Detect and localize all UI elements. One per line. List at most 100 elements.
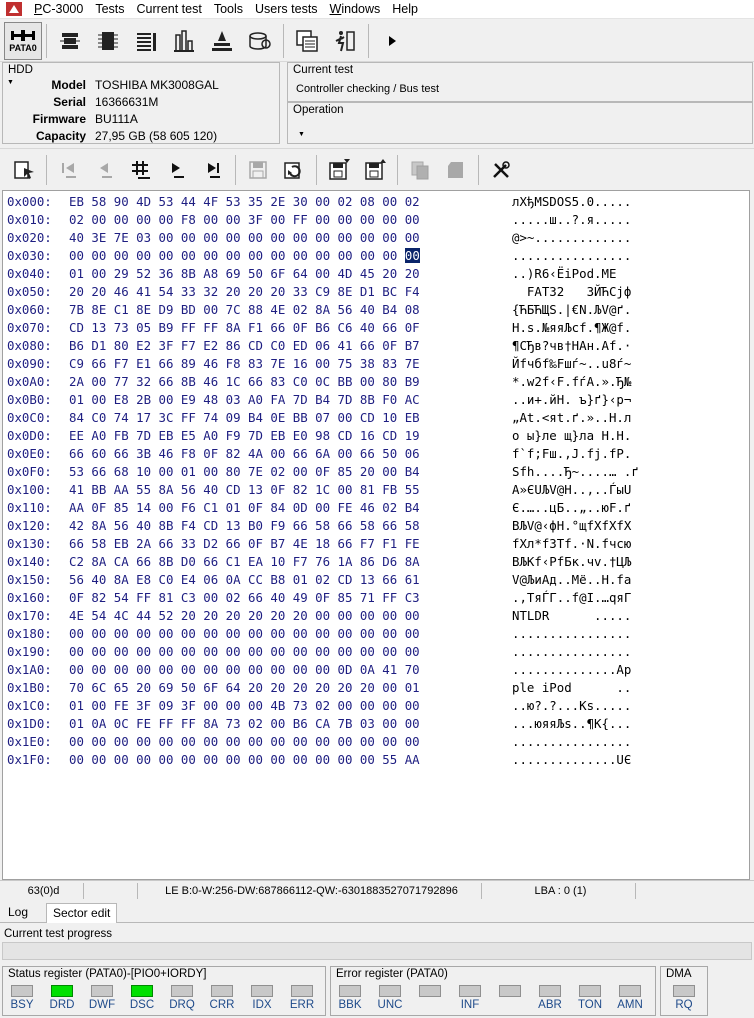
select-drive-button[interactable] <box>6 152 42 188</box>
hex-ascii[interactable]: @>~............. <box>512 229 631 247</box>
hex-bytes[interactable]: 41 BB AA 55 8A 56 40 CD 13 0F 82 1C 00 8… <box>69 481 420 499</box>
hex-bytes[interactable]: 84 C0 74 17 3C FF 74 09 B4 0E BB 07 00 C… <box>69 409 420 427</box>
pata0-button[interactable]: PATA0 <box>4 21 42 60</box>
hex-bytes[interactable]: 00 00 00 00 00 00 00 00 00 00 00 00 00 0… <box>69 733 420 751</box>
hex-bytes[interactable]: 42 8A 56 40 8B F4 CD 13 B0 F9 66 58 66 5… <box>69 517 420 535</box>
hex-bytes[interactable]: 00 00 00 00 00 00 00 00 00 00 00 00 00 0… <box>69 643 420 661</box>
hex-ascii[interactable]: .‚TяЃГ..f@I.…qяГ <box>512 589 631 607</box>
hdd-id-button[interactable] <box>51 22 89 60</box>
chart-button[interactable] <box>165 22 203 60</box>
menu-users-tests[interactable]: Users tests <box>249 0 324 19</box>
hex-bytes[interactable]: 70 6C 65 20 69 50 6F 64 20 20 20 20 20 2… <box>69 679 420 697</box>
hex-ascii[interactable]: ..............Ap <box>512 661 631 679</box>
hex-ascii[interactable]: ................ <box>512 247 631 265</box>
hex-ascii[interactable]: ple iPod .. <box>512 679 631 697</box>
hex-bytes[interactable]: 02 00 00 00 00 F8 00 00 3F 00 FF 00 00 0… <box>69 211 420 229</box>
operation-dropdown-icon[interactable]: ▼ <box>298 131 305 138</box>
hex-ascii[interactable]: Йfчбf‰Fшѓ~..u8ѓ~ <box>512 355 631 373</box>
save-to-file-button[interactable] <box>357 152 393 188</box>
module-button[interactable] <box>89 22 127 60</box>
menu-pc3000[interactable]: PC-3000 <box>28 0 89 19</box>
hex-ascii[interactable]: ¶СЂв?чв†НАн.Af.· <box>512 337 631 355</box>
hex-ascii[interactable]: ................ <box>512 625 631 643</box>
run-icon <box>335 30 355 51</box>
hex-bytes[interactable]: B6 D1 80 E2 3F F7 E2 86 CD C0 ED 06 41 6… <box>69 337 420 355</box>
hex-ascii[interactable]: {ЋБЋЩЅ.|€N.ЉV@ґ. <box>512 301 631 319</box>
menu-windows[interactable]: Windows <box>324 0 387 19</box>
tab-log[interactable]: Log <box>2 903 34 923</box>
hex-bytes[interactable]: 7B 8E C1 8E D9 BD 00 7C 88 4E 02 8A 56 4… <box>69 301 420 319</box>
menu-tools[interactable]: Tools <box>208 0 249 19</box>
sector-hex-view[interactable]: 0x000: EB 58 90 4D 53 44 4F 53 35 2E 30 0… <box>2 190 750 880</box>
sprayer-button[interactable] <box>203 22 241 60</box>
hex-ascii[interactable]: ................ <box>512 733 631 751</box>
hex-ascii[interactable]: ВЉКf‹РfБк.чv.†ЦЉ <box>512 553 631 571</box>
hex-ascii[interactable]: fXл*f3Тf.·N.fчсю <box>512 535 631 553</box>
hex-ascii[interactable]: V@ЉиАд..Мё..Н.fa <box>512 571 631 589</box>
hex-ascii[interactable]: ..ю?.?...Ks..... <box>512 697 631 715</box>
run-button[interactable] <box>326 22 364 60</box>
hex-ascii[interactable]: ..............UЄ <box>512 751 631 769</box>
hex-bytes[interactable]: 40 3E 7E 03 00 00 00 00 00 00 00 00 00 0… <box>69 229 420 247</box>
menu-current-test[interactable]: Current test <box>131 0 208 19</box>
menu-tests[interactable]: Tests <box>89 0 130 19</box>
hex-bytes[interactable]: CD 13 73 05 B9 FF FF 8A F1 66 0F B6 C6 4… <box>69 319 420 337</box>
hex-bytes[interactable]: 66 58 EB 2A 66 33 D2 66 0F B7 4E 18 66 F… <box>69 535 420 553</box>
hex-ascii[interactable]: ..и+.йH. ъ}ґ}‹р¬ <box>512 391 631 409</box>
hex-bytes[interactable]: 01 00 FE 3F 09 3F 00 00 00 4B 73 02 00 0… <box>69 697 420 715</box>
hex-bytes[interactable]: 00 00 00 00 00 00 00 00 00 00 00 00 00 0… <box>69 751 420 769</box>
prev-sector-button[interactable] <box>87 152 123 188</box>
hex-ascii[interactable]: NTLDR ..... <box>512 607 631 625</box>
list-button[interactable] <box>127 22 165 60</box>
hex-ascii[interactable]: ..)R6‹ЁiPod.ME <box>512 265 631 283</box>
next-sector-button[interactable] <box>159 152 195 188</box>
hex-bytes[interactable]: 66 60 66 3B 46 F8 0F 82 4A 00 66 6A 00 6… <box>69 445 420 463</box>
refresh-sector-button[interactable] <box>276 152 312 188</box>
hex-ascii[interactable]: f`f;Fш.‚J.fj.fP. <box>512 445 631 463</box>
hex-ascii[interactable]: Н.s.№яяЉсf.¶Ж@f. <box>512 319 631 337</box>
hex-bytes[interactable]: 01 0A 0C FE FF FF 8A 73 02 00 B6 CA 7B 0… <box>69 715 420 733</box>
paste-button[interactable] <box>438 152 474 188</box>
hex-bytes[interactable]: 0F 82 54 FF 81 C3 00 02 66 40 49 0F 85 7… <box>69 589 420 607</box>
hex-bytes[interactable]: C2 8A CA 66 8B D0 66 C1 EA 10 F7 76 1A 8… <box>69 553 420 571</box>
hex-bytes[interactable]: 01 00 E8 2B 00 E9 48 03 A0 FA 7D B4 7D 8… <box>69 391 420 409</box>
hex-bytes[interactable]: 00 00 00 00 00 00 00 00 00 00 00 00 0D 0… <box>69 661 420 679</box>
hex-bytes[interactable]: 20 20 46 41 54 33 32 20 20 20 33 C9 8E D… <box>69 283 420 301</box>
hex-ascii[interactable]: лXђMSDOS5.0..... <box>512 193 631 211</box>
hex-ascii[interactable]: Є.…..цБ..„..юF.ґ <box>512 499 631 517</box>
hex-bytes[interactable]: EB 58 90 4D 53 44 4F 53 35 2E 30 00 02 0… <box>69 193 420 211</box>
hex-bytes[interactable]: 2A 00 77 32 66 8B 46 1C 66 83 C0 0C BB 0… <box>69 373 420 391</box>
hex-bytes[interactable]: 00 00 00 00 00 00 00 00 00 00 00 00 00 0… <box>69 247 420 265</box>
windows-button[interactable] <box>288 22 326 60</box>
copy-button[interactable] <box>402 152 438 188</box>
hex-bytes[interactable]: AA 0F 85 14 00 F6 C1 01 0F 84 0D 00 FE 4… <box>69 499 420 517</box>
hex-ascii[interactable]: Sfh....Ђ~....… .ґ <box>512 463 639 481</box>
hex-ascii[interactable]: BЉV@‹фН.°щfXfXfX <box>512 517 631 535</box>
hex-cursor[interactable]: 00 <box>404 248 420 263</box>
hex-bytes[interactable]: EE A0 FB 7D EB E5 A0 F9 7D EB E0 98 CD 1… <box>69 427 420 445</box>
play-button[interactable] <box>373 22 411 60</box>
tools-button[interactable] <box>483 152 519 188</box>
save-sector-button[interactable] <box>240 152 276 188</box>
hex-ascii[interactable]: A»ЄUЉV@Н..‚..ЃыU <box>512 481 631 499</box>
hex-bytes[interactable]: C9 66 F7 E1 66 89 46 F8 83 7E 16 00 75 3… <box>69 355 420 373</box>
load-from-file-button[interactable] <box>321 152 357 188</box>
hex-ascii[interactable]: о ы}ле щ}ла Н.Н. <box>512 427 631 445</box>
disk-button[interactable] <box>241 22 279 60</box>
hex-bytes[interactable]: 4E 54 4C 44 52 20 20 20 20 20 20 00 00 0… <box>69 607 420 625</box>
hex-bytes[interactable]: 56 40 8A E8 C0 E4 06 0A CC B8 01 02 CD 1… <box>69 571 420 589</box>
hex-bytes[interactable]: 00 00 00 00 00 00 00 00 00 00 00 00 00 0… <box>69 625 420 643</box>
hex-ascii[interactable]: FAT32 3ЙЋСјф <box>512 283 631 301</box>
hex-ascii[interactable]: „Аt.<яt.ґ.»..Н.л <box>512 409 631 427</box>
hex-ascii[interactable]: ...юяяЉs..¶К{... <box>512 715 631 733</box>
hex-ascii[interactable]: .....ш..?.я..... <box>512 211 631 229</box>
last-sector-button[interactable] <box>195 152 231 188</box>
hex-ascii[interactable]: *.w2f‹F.fѓА.».Ђ№ <box>512 373 631 391</box>
hex-bytes[interactable]: 01 00 29 52 36 8B A8 69 50 6F 64 00 4D 4… <box>69 265 420 283</box>
menu-help[interactable]: Help <box>386 0 424 19</box>
hex-ascii[interactable]: ................ <box>512 643 631 661</box>
tab-sector-edit[interactable]: Sector edit <box>46 903 118 923</box>
first-sector-button[interactable] <box>51 152 87 188</box>
hex-bytes[interactable]: 53 66 68 10 00 01 00 80 7E 02 00 0F 85 2… <box>69 463 420 481</box>
goto-sector-button[interactable] <box>123 152 159 188</box>
